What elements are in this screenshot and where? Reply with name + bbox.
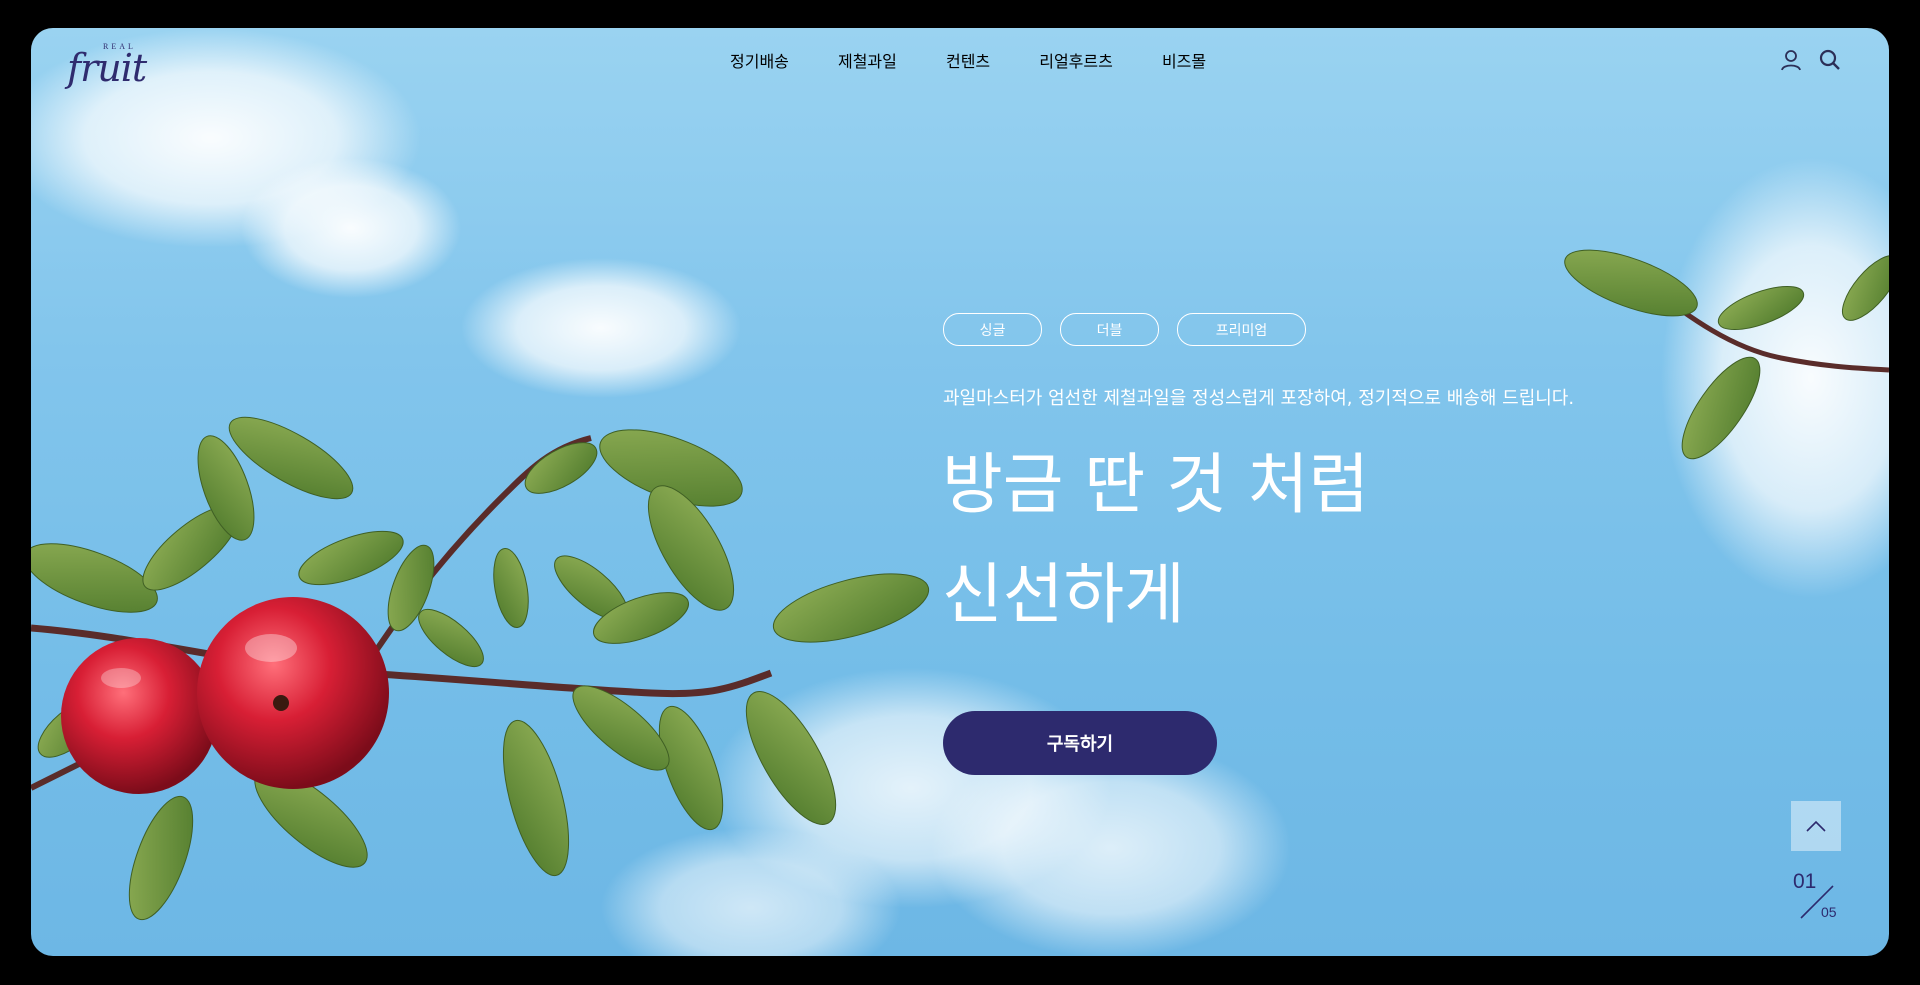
chip-double[interactable]: 더블 [1060, 313, 1159, 346]
scroll-top-button[interactable] [1791, 801, 1841, 851]
nav-item-subscription[interactable]: 정기배송 [730, 52, 811, 71]
brand-logo[interactable]: REAL fruit [67, 42, 177, 102]
chip-premium[interactable]: 프리미엄 [1177, 313, 1306, 346]
hero-subtitle: 과일마스터가 엄선한 제철과일을 정성스럽게 포장하여, 정기적으로 배송해 드… [943, 388, 1575, 409]
nav-item-realfruits[interactable]: 리얼후르츠 [1017, 52, 1135, 71]
nav-item-bizmall[interactable]: 비즈몰 [1140, 52, 1228, 71]
nav-item-seasonal[interactable]: 제철과일 [816, 52, 919, 71]
logo-main-text: fruit [67, 46, 147, 90]
chevron-up-icon [1806, 820, 1826, 832]
search-icon[interactable] [1818, 48, 1842, 72]
hero-headline: 방금 딴 것 처럼 신선하게 [942, 430, 1369, 650]
subscribe-button[interactable]: 구독하기 [943, 711, 1217, 775]
product-chips: 싱글 더블 프리미엄 [943, 313, 1306, 346]
slide-total: 05 [1821, 904, 1837, 920]
slash-divider [1800, 885, 1834, 919]
nav-item-contents[interactable]: 컨텐츠 [924, 52, 1012, 71]
hero-section: REAL fruit 정기배송 제철과일 컨텐츠 리얼후르츠 비즈몰 싱글 더블… [31, 28, 1889, 956]
main-nav: 정기배송 제철과일 컨텐츠 리얼후르츠 비즈몰 [730, 48, 1228, 72]
slide-counter: 01 05 [1791, 870, 1847, 930]
headline-line-2: 신선하게 [942, 556, 1185, 633]
headline-line-1: 방금 딴 것 처럼 [942, 446, 1370, 523]
chip-single[interactable]: 싱글 [943, 313, 1042, 346]
user-icon[interactable] [1779, 48, 1803, 72]
